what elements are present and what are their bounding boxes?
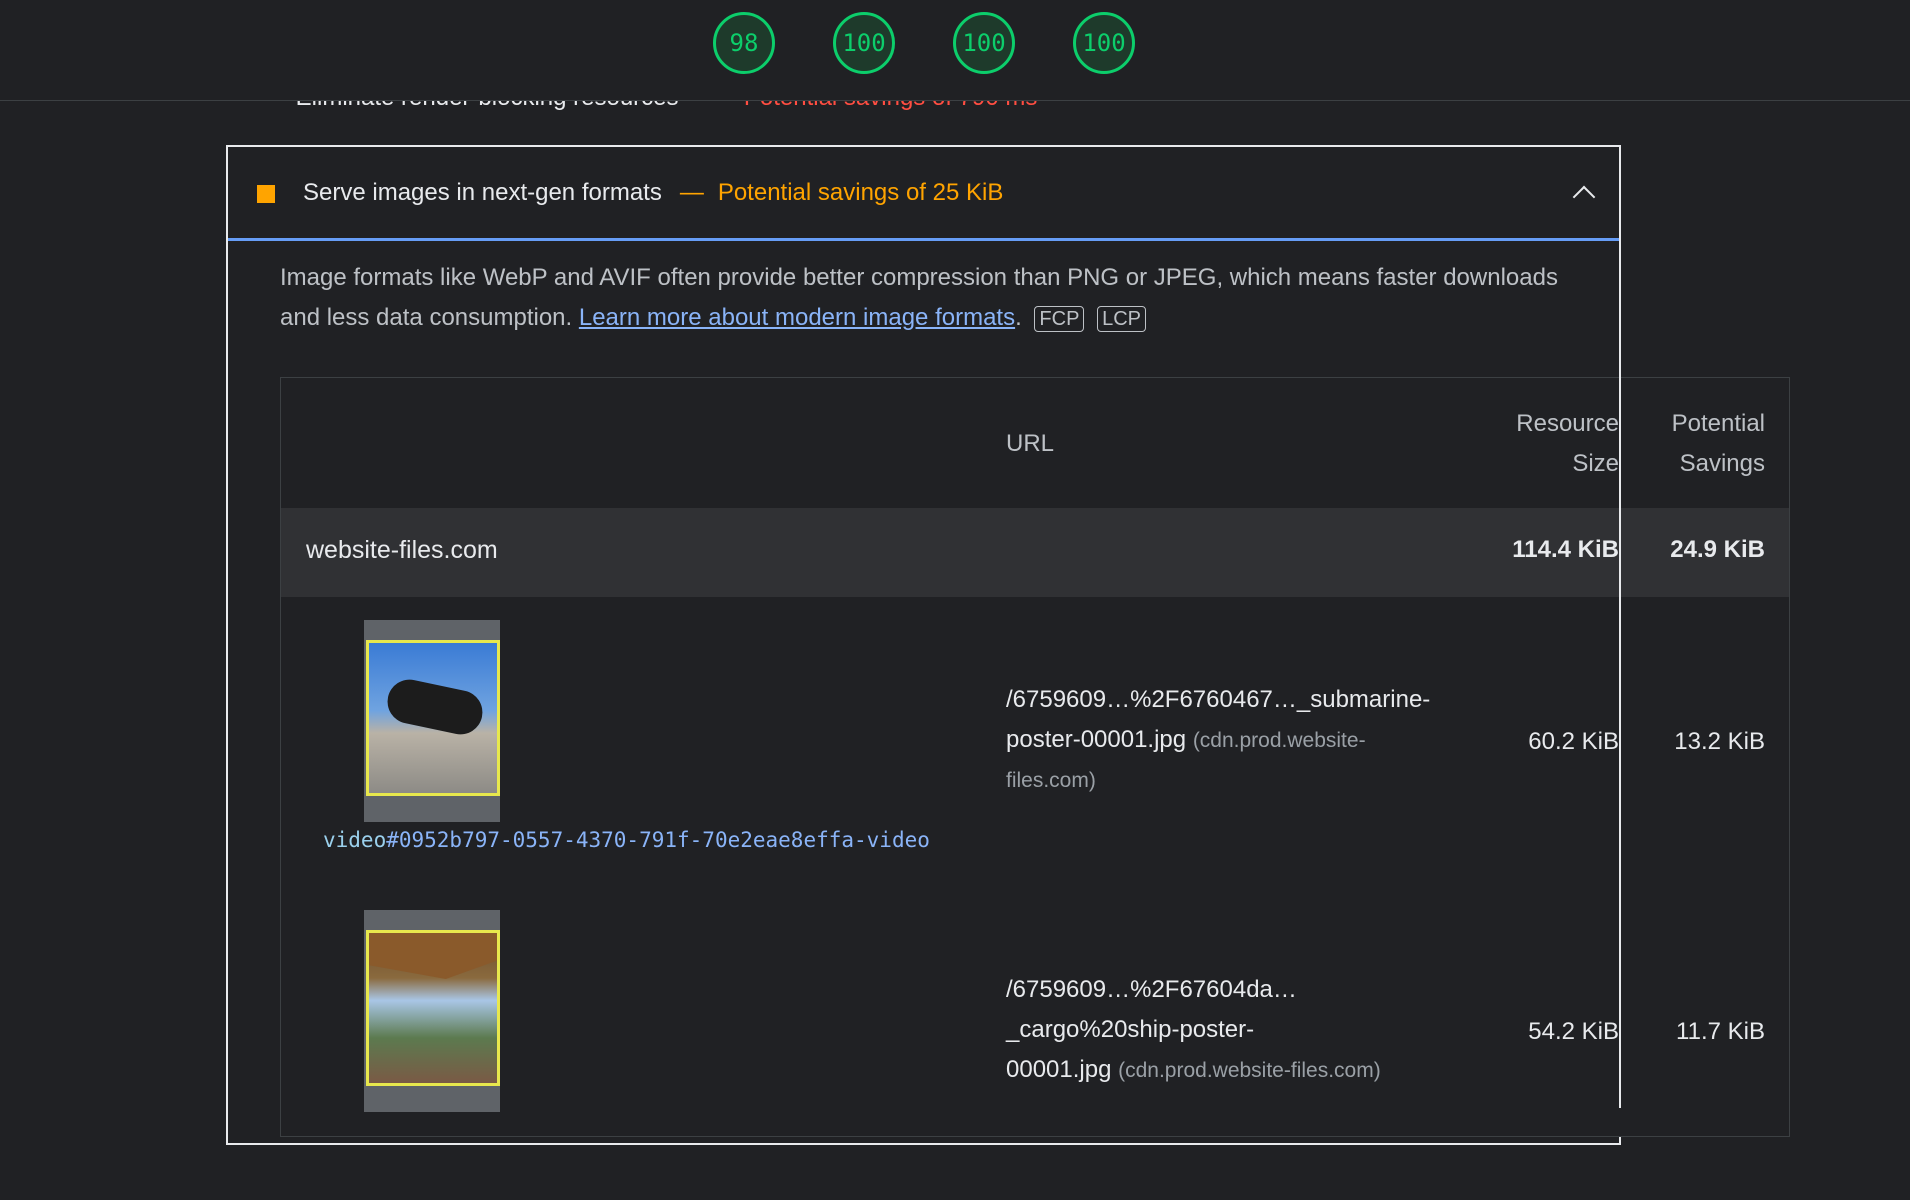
submarine-shape <box>383 675 487 739</box>
group-domain: website-files.com <box>306 536 498 564</box>
learn-more-link[interactable]: Learn more about modern image formats <box>579 304 1015 331</box>
score-gauge-performance[interactable]: 98 <box>713 12 775 74</box>
resource-size-cell: 54.2 KiB <box>1528 1018 1619 1045</box>
url-text: _cargo%20ship-poster- <box>1006 1016 1255 1043</box>
details-table: URL Resource Size Potential Savings webs… <box>280 377 1790 1137</box>
chevron-up-icon[interactable] <box>1572 185 1596 209</box>
selector-id: #0952b797-0557-4370-791f-70e2eae8effa-vi… <box>386 828 930 852</box>
header-line: Potential <box>1671 410 1765 437</box>
score-value: 98 <box>729 29 759 57</box>
score-value: 100 <box>1082 29 1126 57</box>
potential-savings-cell: 11.7 KiB <box>1676 1018 1765 1045</box>
header-line: Savings <box>1679 450 1765 477</box>
cargo-ship-image <box>366 930 500 1086</box>
submarine-image <box>366 640 500 796</box>
description-period: . <box>1015 304 1022 331</box>
url-text: /6759609…%2F67604da… <box>1006 976 1297 1003</box>
image-thumbnail[interactable] <box>364 620 500 822</box>
url-cell[interactable]: /6759609…%2F6760467…_submarine- poster-0… <box>1006 680 1446 801</box>
url-host: (cdn.prod.website- <box>1192 729 1366 752</box>
selector-tag: video <box>323 828 387 852</box>
node-selector[interactable]: video#0952b797-0557-4370-791f-70e2eae8ef… <box>323 828 930 852</box>
url-text: poster-00001.jpg <box>1006 726 1187 753</box>
resource-size-cell: 60.2 KiB <box>1528 728 1619 755</box>
table-group-row: website-files.com 114.4 KiB 24.9 KiB <box>281 508 1789 597</box>
ship-hull-shape <box>369 933 497 979</box>
score-value: 100 <box>842 29 886 57</box>
group-potential-savings: 24.9 KiB <box>1670 536 1765 563</box>
url-host: (cdn.prod.website-files.com) <box>1118 1059 1381 1082</box>
potential-savings-cell: 13.2 KiB <box>1674 728 1765 755</box>
header-line: Resource <box>1516 410 1619 437</box>
score-gauge-seo[interactable]: 100 <box>1073 12 1135 74</box>
average-square-icon <box>257 185 275 203</box>
metric-chip-lcp: LCP <box>1097 305 1146 332</box>
table-row: /6759609…%2F67604da… _cargo%20ship-poste… <box>281 910 1789 1200</box>
score-header: 98 100 100 100 <box>0 0 1910 101</box>
url-cell[interactable]: /6759609…%2F67604da… _cargo%20ship-poste… <box>1006 970 1446 1091</box>
audit-title: Serve images in next-gen formats <box>303 179 662 206</box>
score-gauge-accessibility[interactable]: 100 <box>833 12 895 74</box>
table-row: video#0952b797-0557-4370-791f-70e2eae8ef… <box>281 620 1789 910</box>
audit-description: Image formats like WebP and AVIF often p… <box>280 258 1600 338</box>
audit-header[interactable]: Serve images in next-gen formats — Potenti… <box>228 147 1619 241</box>
audit-card-border <box>1619 377 1621 1108</box>
score-value: 100 <box>962 29 1006 57</box>
url-host: files.com) <box>1006 769 1096 792</box>
audit-savings: Potential savings of 25 KiB <box>717 179 1004 206</box>
score-gauge-best-practices[interactable]: 100 <box>953 12 1015 74</box>
image-thumbnail[interactable] <box>364 910 500 1112</box>
audit-dash: — <box>679 179 704 206</box>
url-text: 00001.jpg <box>1006 1056 1112 1083</box>
url-text: /6759609…%2F6760467…_submarine- <box>1006 686 1431 713</box>
metric-chip-fcp: FCP <box>1034 305 1085 332</box>
header-line: Size <box>1572 450 1619 477</box>
group-resource-size: 114.4 KiB <box>1512 536 1619 563</box>
